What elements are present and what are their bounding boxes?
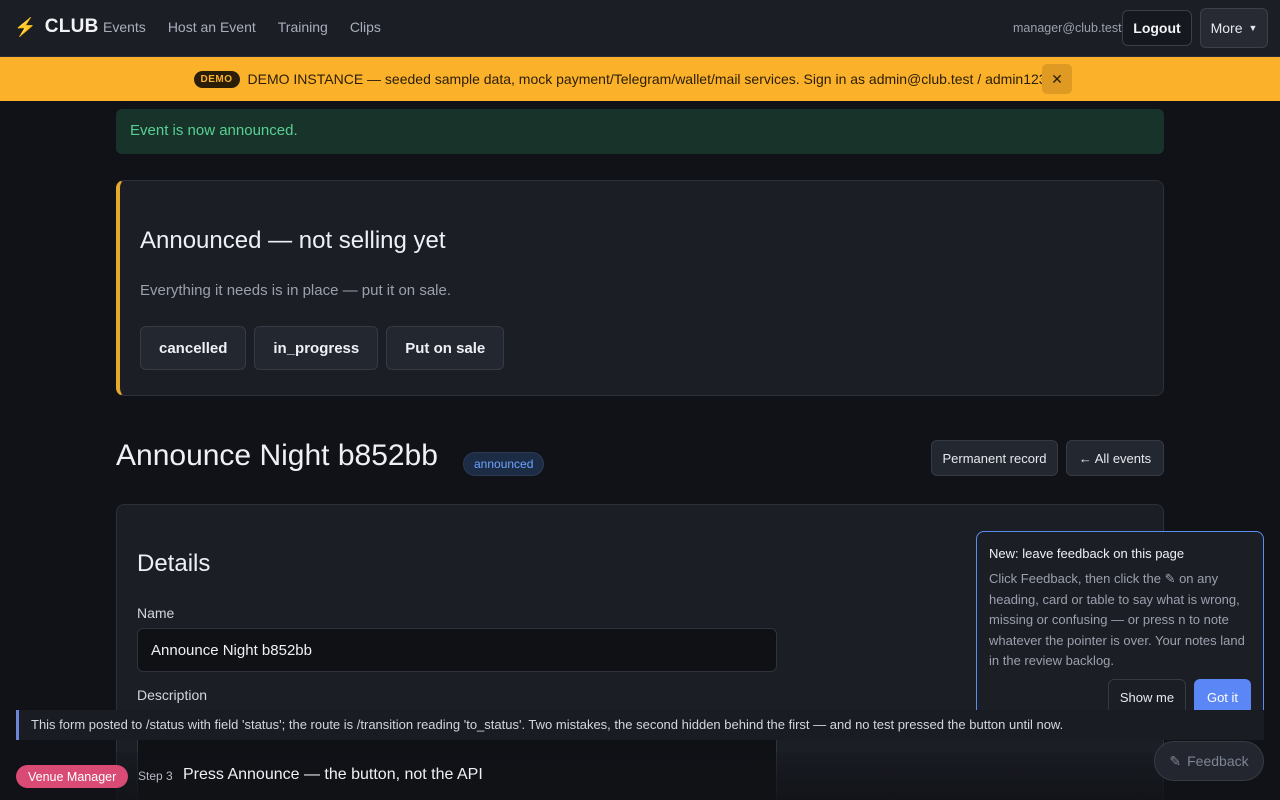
put-on-sale-button[interactable]: Put on sale xyxy=(386,326,505,370)
status-badge: announced xyxy=(463,452,545,476)
cancelled-button[interactable]: cancelled xyxy=(140,326,247,370)
pencil-icon: ✎ xyxy=(1169,752,1182,769)
status-actions: cancelled in_progress Put on sale xyxy=(140,326,505,370)
demo-badge: DEMO xyxy=(193,70,240,88)
nav-link-host-event[interactable]: Host an Event xyxy=(168,19,256,35)
step-number: Step 3 xyxy=(138,769,173,783)
brand-logo[interactable]: ⚡ CLUB xyxy=(14,16,99,38)
user-email: manager@club.test xyxy=(1013,21,1122,35)
close-icon[interactable]: ✕ xyxy=(1042,64,1072,94)
name-label: Name xyxy=(137,605,175,621)
step-text: Press Announce — the button, not the API xyxy=(183,766,483,783)
details-heading: Details xyxy=(137,550,211,577)
demo-banner: DEMO DEMO INSTANCE — seeded sample data,… xyxy=(0,57,1280,101)
popover-body: Click Feedback, then click the ✎ on any … xyxy=(989,571,1245,668)
role-pill: Venue Manager xyxy=(16,765,129,788)
popover-title: New: leave feedback on this page xyxy=(989,546,1185,561)
status-title: Announced — not selling yet xyxy=(140,227,446,254)
in-progress-button[interactable]: in_progress xyxy=(254,326,379,370)
demo-text: DEMO INSTANCE — seeded sample data, mock… xyxy=(247,71,1051,87)
logout-button[interactable]: Logout xyxy=(1122,10,1192,46)
more-menu-button[interactable]: More ▼ xyxy=(1200,8,1268,48)
feedback-button[interactable]: ✎ Feedback xyxy=(1154,741,1264,781)
brand-name: CLUB xyxy=(44,16,99,37)
feedback-label: Feedback xyxy=(1187,753,1249,769)
status-subtitle: Everything it needs is in place — put it… xyxy=(140,282,452,299)
top-nav: ⚡ CLUB Events Host an Event Training Cli… xyxy=(0,0,1280,57)
nav-link-training[interactable]: Training xyxy=(278,19,328,35)
feedback-popover: New: leave feedback on this page Click F… xyxy=(976,531,1264,719)
note-strip: This form posted to /status with field '… xyxy=(16,710,1264,740)
status-card: Announced — not selling yet Everything i… xyxy=(116,180,1164,396)
nav-links: Events Host an Event Training Clips xyxy=(103,19,403,35)
nav-link-events[interactable]: Events xyxy=(103,19,146,35)
chevron-down-icon: ▼ xyxy=(1248,23,1258,33)
description-label: Description xyxy=(137,687,208,703)
lightning-bolt-icon: ⚡ xyxy=(14,16,37,37)
more-label: More xyxy=(1210,20,1243,36)
permanent-record-button[interactable]: Permanent record xyxy=(931,440,1058,476)
nav-link-clips[interactable]: Clips xyxy=(350,19,381,35)
all-events-button[interactable]: ← All events xyxy=(1066,440,1164,476)
name-field[interactable] xyxy=(137,628,777,672)
page-title: Announce Night b852bb xyxy=(116,439,438,472)
flash-success: Event is now announced. xyxy=(116,109,1164,154)
